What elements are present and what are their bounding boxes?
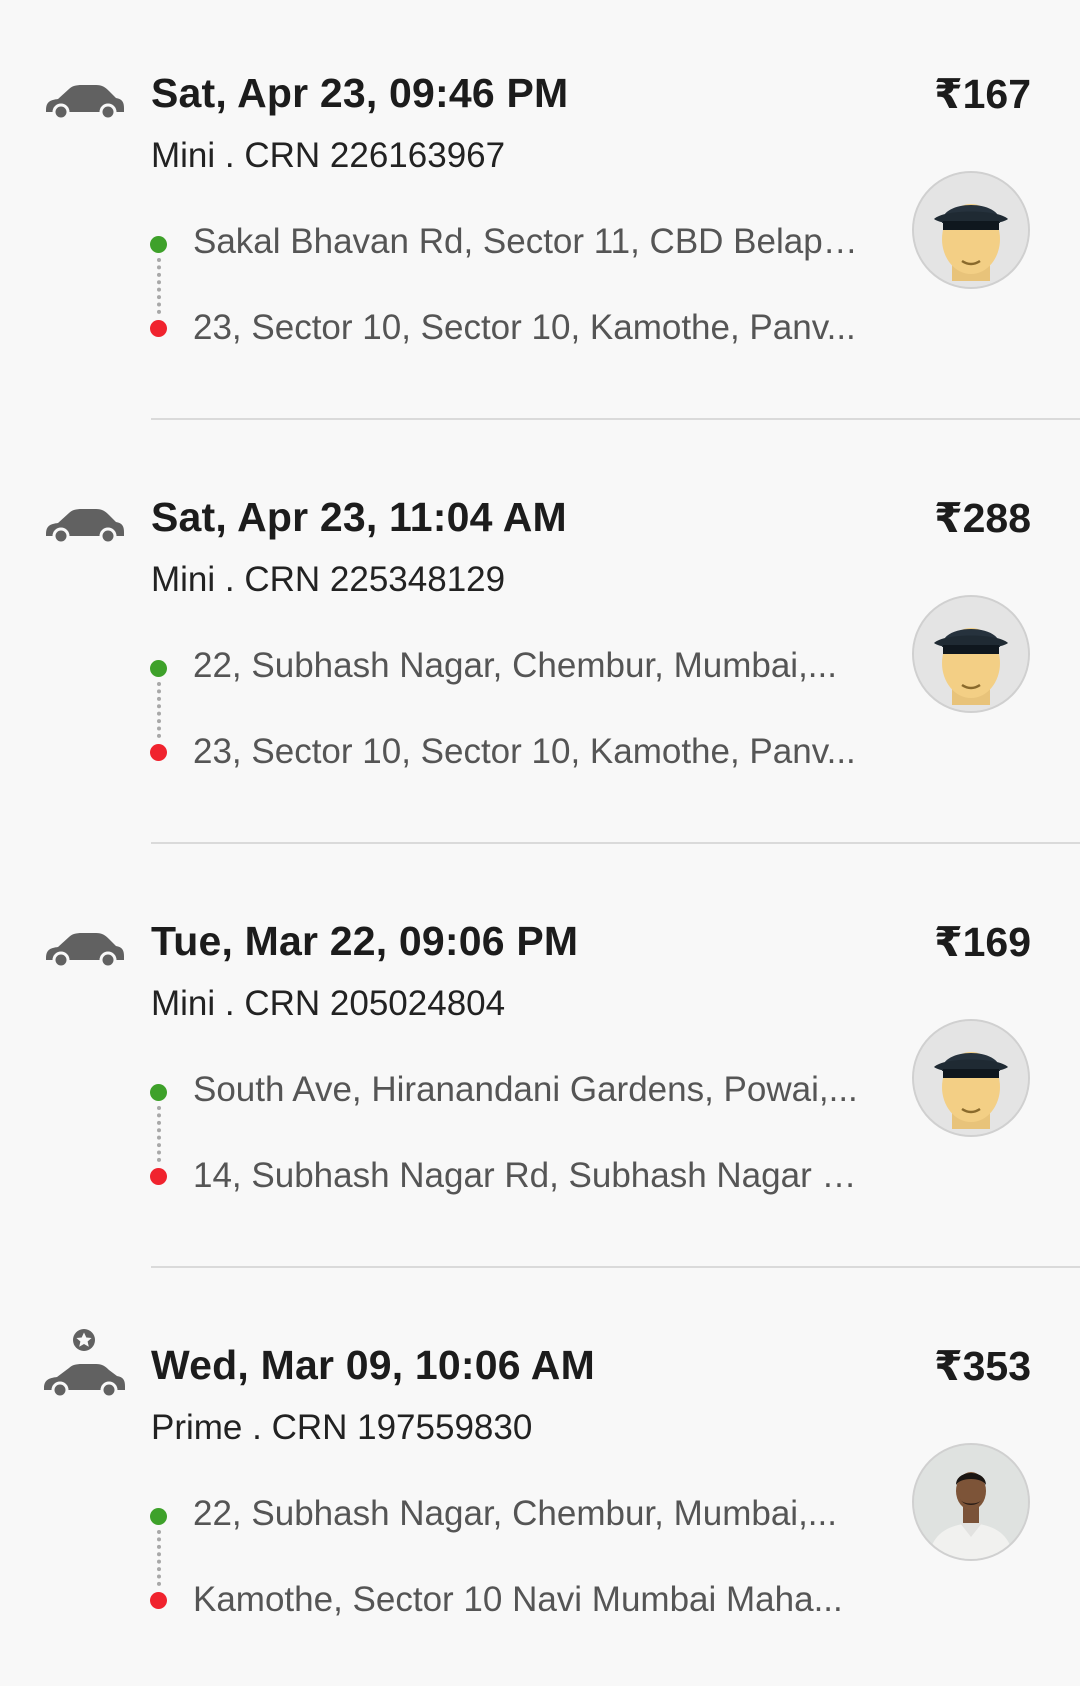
driver-avatar [912, 595, 1030, 713]
ride-datetime: Tue, Mar 22, 09:06 PM [151, 918, 579, 964]
divider [151, 842, 1080, 844]
driver-photo [914, 1445, 1028, 1559]
ride-category-crn: Mini . CRN 225348129 [151, 560, 506, 599]
ride-fare: ₹353 [934, 1343, 1031, 1389]
car-mini-icon [42, 78, 126, 124]
pickup-address: South Ave, Hiranandani Gardens, Powai,..… [193, 1070, 858, 1109]
route-connector [157, 1530, 161, 1586]
ride-fare: ₹167 [934, 71, 1031, 117]
driver-avatar [912, 1443, 1030, 1561]
drop-dot-icon [150, 1168, 167, 1185]
driver-cap-icon [914, 1021, 1028, 1135]
car-mini-icon [42, 926, 126, 972]
ride-category-crn: Mini . CRN 226163967 [151, 136, 506, 175]
ride-item[interactable]: Sat, Apr 23, 11:04 AM Mini . CRN 2253481… [0, 424, 1080, 848]
ride-item[interactable]: Tue, Mar 22, 09:06 PM Mini . CRN 2050248… [0, 848, 1080, 1272]
drop-address: 23, Sector 10, Sector 10, Kamothe, Panv.… [193, 732, 856, 771]
pickup-address: Sakal Bhavan Rd, Sector 11, CBD Belapu..… [193, 222, 863, 261]
ride-item[interactable]: Wed, Mar 09, 10:06 AM Prime . CRN 197559… [0, 1272, 1080, 1686]
drop-address: Kamothe, Sector 10 Navi Mumbai Maha... [193, 1580, 843, 1619]
route-connector [157, 1106, 161, 1162]
driver-avatar [912, 171, 1030, 289]
ride-category-crn: Mini . CRN 205024804 [151, 984, 506, 1023]
route-connector [157, 258, 161, 314]
drop-dot-icon [150, 1592, 167, 1609]
pickup-address: 22, Subhash Nagar, Chembur, Mumbai,... [193, 646, 837, 685]
divider [151, 418, 1080, 420]
ride-datetime: Sat, Apr 23, 09:46 PM [151, 70, 569, 116]
pickup-dot-icon [150, 236, 167, 253]
drop-dot-icon [150, 744, 167, 761]
car-prime-icon [42, 1328, 126, 1404]
driver-cap-icon [914, 597, 1028, 711]
ride-item[interactable]: Sat, Apr 23, 09:46 PM Mini . CRN 2261639… [0, 0, 1080, 424]
car-mini-icon [42, 502, 126, 548]
ride-fare: ₹169 [934, 919, 1031, 965]
ride-datetime: Sat, Apr 23, 11:04 AM [151, 494, 567, 540]
drop-address: 23, Sector 10, Sector 10, Kamothe, Panv.… [193, 308, 856, 347]
divider [151, 1266, 1080, 1268]
driver-avatar [912, 1019, 1030, 1137]
drop-address: 14, Subhash Nagar Rd, Subhash Nagar R... [193, 1156, 863, 1195]
pickup-dot-icon [150, 660, 167, 677]
route-connector [157, 682, 161, 738]
pickup-dot-icon [150, 1508, 167, 1525]
ride-category-crn: Prime . CRN 197559830 [151, 1408, 533, 1447]
ride-fare: ₹288 [934, 495, 1031, 541]
ride-history-list: Sat, Apr 23, 09:46 PM Mini . CRN 2261639… [0, 0, 1080, 1686]
pickup-address: 22, Subhash Nagar, Chembur, Mumbai,... [193, 1494, 837, 1533]
pickup-dot-icon [150, 1084, 167, 1101]
ride-datetime: Wed, Mar 09, 10:06 AM [151, 1342, 595, 1388]
driver-cap-icon [914, 173, 1028, 287]
drop-dot-icon [150, 320, 167, 337]
